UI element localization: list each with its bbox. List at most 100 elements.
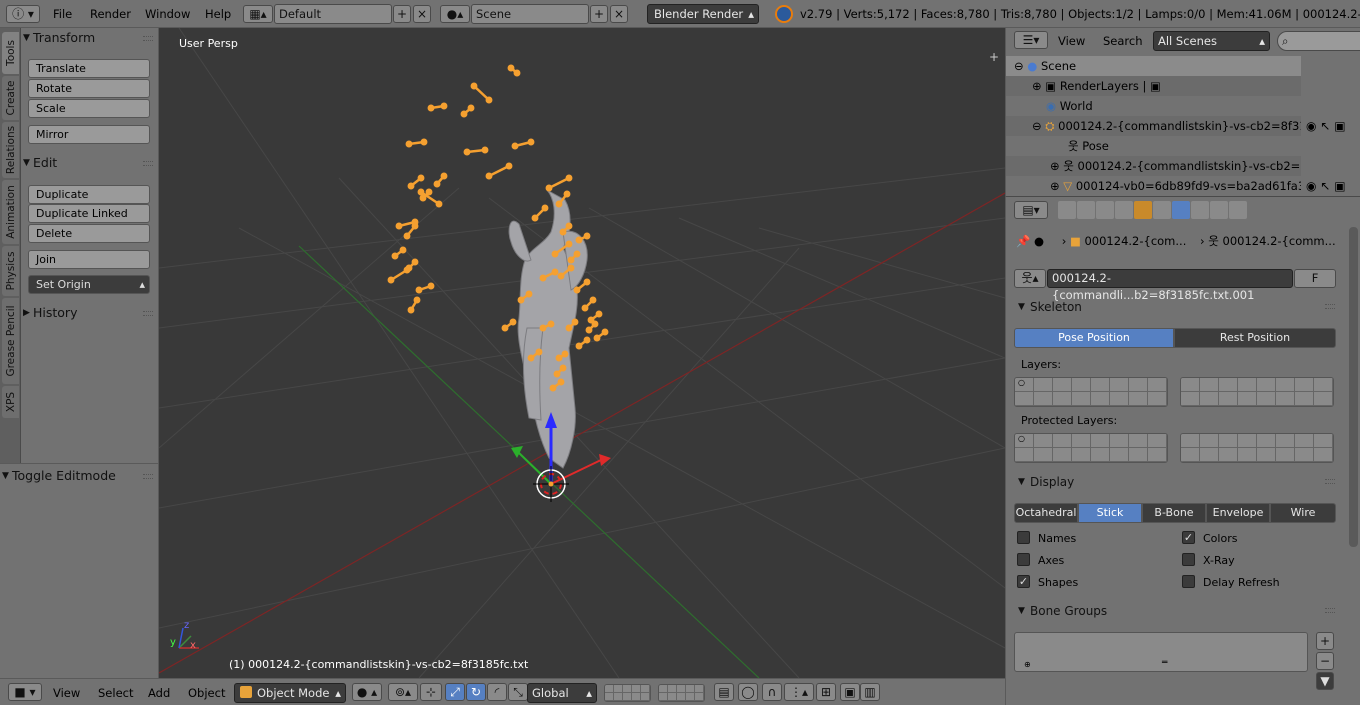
add-scene-button[interactable]: + (590, 5, 608, 23)
scene-browse-button[interactable]: ●▴ (440, 5, 470, 23)
display-octahedral-button[interactable]: Octahedral (1014, 503, 1078, 523)
scene-name-field[interactable]: Scene (471, 4, 589, 24)
translate-manipulator-toggle[interactable]: ⤢ (445, 683, 465, 701)
grip-icon[interactable] (143, 36, 153, 41)
bone-layers-grid-b[interactable] (1180, 377, 1334, 407)
remove-layout-button[interactable]: × (413, 5, 431, 23)
bone-groups-list[interactable]: ⊕ ═ (1014, 632, 1308, 672)
bone-groups-panel-header[interactable]: Bone Groups (1006, 600, 1341, 622)
delete-button[interactable]: Delete (28, 224, 150, 243)
render-engine-select[interactable]: Blender Render ▴ (647, 4, 759, 24)
outliner-search-input[interactable]: ⌕ (1277, 31, 1360, 51)
armature-browse-button[interactable]: 웃▴ (1014, 269, 1046, 288)
translate-button[interactable]: Translate (28, 59, 150, 78)
outliner-menu-search[interactable]: Search (1103, 31, 1143, 51)
add-layout-button[interactable]: + (393, 5, 411, 23)
mirror-button[interactable]: Mirror (28, 125, 150, 144)
scene-tab-icon[interactable] (1096, 201, 1114, 219)
pivot-point-select[interactable]: ⊚▴ (388, 683, 418, 701)
protected-layers-grid-a[interactable]: ○ (1014, 433, 1168, 463)
collapse-icon[interactable]: ⊖ (1014, 59, 1024, 73)
render-icon[interactable]: ▣ (1334, 179, 1345, 193)
armature-data-tab-icon[interactable] (1172, 201, 1190, 219)
snap-element-select[interactable]: ⋮▴ (784, 683, 814, 701)
armature-restrict-icons[interactable]: ◉ ↖ ▣ (1306, 116, 1360, 136)
menu-help[interactable]: Help (205, 4, 231, 24)
tab-physics[interactable]: Physics (2, 246, 19, 296)
pose-position-button[interactable]: Pose Position (1014, 328, 1174, 348)
display-wire-button[interactable]: Wire (1270, 503, 1336, 523)
manipulator-toggle[interactable]: ⊹ (420, 683, 442, 701)
render-tab-camera-icon[interactable] (1058, 201, 1076, 219)
tab-create[interactable]: Create (2, 76, 19, 120)
rotate-button[interactable]: Rotate (28, 79, 150, 98)
render-layers-tab-icon[interactable] (1077, 201, 1095, 219)
cursor-icon[interactable]: ↖ (1320, 179, 1330, 193)
outliner-row-armature[interactable]: ⊖ ⛭ 000124.2-{commandlistskin}-vs-cb2=8f… (1006, 116, 1301, 136)
bone-group-specials-button[interactable]: ▼ (1316, 672, 1334, 690)
viewport-canvas[interactable]: y z x (159, 28, 1005, 678)
display-bbone-button[interactable]: B-Bone (1142, 503, 1206, 523)
object-tab-cube-icon[interactable] (1134, 201, 1152, 219)
armature-name-field[interactable]: 000124.2-{commandli...b2=8f3185fc.txt.00… (1047, 269, 1293, 302)
grip-icon[interactable] (1325, 304, 1335, 309)
3d-viewport[interactable]: y z x User Persp (1) 000124.2-{commandli… (159, 28, 1005, 678)
delay-refresh-checkbox[interactable] (1182, 575, 1195, 588)
physics-tab-icon[interactable] (1229, 201, 1247, 219)
menu-select[interactable]: Select (98, 683, 133, 703)
shapes-checkbox[interactable]: ✓ (1017, 575, 1030, 588)
interaction-mode-select[interactable]: Object Mode ▴ (234, 683, 346, 703)
protected-layers-grid-b[interactable] (1180, 433, 1334, 463)
menu-window[interactable]: Window (145, 4, 190, 24)
scene-layers-grid-a[interactable] (604, 684, 651, 702)
list-filter-icon[interactable]: ⊕ (1024, 660, 1031, 669)
tab-animation[interactable]: Animation (2, 180, 19, 244)
render-icon[interactable]: ▣ (1334, 119, 1345, 133)
eye-icon[interactable]: ◉ (1306, 179, 1316, 193)
proportional-edit-toggle[interactable]: ◯ (738, 683, 758, 701)
texture-tab-checker-icon[interactable] (1210, 201, 1228, 219)
outliner-row-renderlayers[interactable]: ⊕ ▣ RenderLayers | ▣ (1006, 76, 1301, 96)
pin-icon[interactable]: 📌 (1016, 234, 1030, 248)
editor-type-button[interactable]: ▤▾ (1014, 201, 1048, 219)
outliner-menu-view[interactable]: View (1058, 31, 1085, 51)
history-panel-header[interactable]: History (21, 303, 159, 323)
remove-bone-group-button[interactable]: − (1316, 652, 1334, 670)
menu-view[interactable]: View (53, 683, 80, 703)
layout-name-field[interactable]: Default (274, 4, 392, 24)
region-expand-plus-icon[interactable]: + (989, 50, 999, 64)
rest-position-button[interactable]: Rest Position (1174, 328, 1336, 348)
toggle-editmode-header[interactable]: Toggle Editmode (0, 466, 159, 486)
bone-tab-icon[interactable] (1191, 201, 1209, 219)
outliner-row-world[interactable]: ◉ World (1006, 96, 1301, 116)
viewport-shading-select[interactable]: ● ▴ (352, 683, 382, 701)
remove-scene-button[interactable]: × (610, 5, 628, 23)
arc-icon-toggle[interactable]: ◜ (487, 683, 507, 701)
snap-target-button[interactable]: ⊞ (816, 683, 836, 701)
snap-toggle[interactable]: ∩ (762, 683, 782, 701)
expand-icon[interactable]: ⊕ (1050, 179, 1060, 193)
layout-browse-button[interactable]: ▦▴ (243, 5, 273, 23)
outliner-row-armature-data[interactable]: ⊕ 웃 000124.2-{commandlistskin}-vs-cb2=8f… (1006, 156, 1301, 176)
display-stick-button[interactable]: Stick (1078, 503, 1142, 523)
axes-checkbox[interactable] (1017, 553, 1030, 566)
world-tab-icon[interactable] (1115, 201, 1133, 219)
grip-icon[interactable] (143, 311, 153, 316)
constraints-tab-chain-icon[interactable] (1153, 201, 1171, 219)
editor-type-button[interactable]: ⓘ ▾ (6, 5, 40, 23)
tab-xps[interactable]: XPS (2, 386, 19, 418)
edit-panel-header[interactable]: Edit (21, 153, 159, 173)
transform-orientation-select[interactable]: Global ▴ (527, 683, 597, 703)
outliner-row-pose[interactable]: 웃 Pose (1006, 136, 1301, 156)
tab-relations[interactable]: Relations (2, 122, 19, 178)
menu-file[interactable]: File (53, 4, 72, 24)
grip-icon[interactable] (1325, 608, 1335, 613)
scale-button[interactable]: Scale (28, 99, 150, 118)
outliner-row-scene[interactable]: ⊖ ● Scene (1006, 56, 1301, 76)
duplicate-button[interactable]: Duplicate (28, 185, 150, 204)
list-resize-grip-icon[interactable]: ═ (1162, 658, 1167, 668)
expand-icon[interactable]: ⊕ (1032, 79, 1042, 93)
tab-tools[interactable]: Tools (2, 32, 19, 74)
grip-icon[interactable] (1325, 479, 1335, 484)
opengl-render-button[interactable]: ▣ (840, 683, 860, 701)
